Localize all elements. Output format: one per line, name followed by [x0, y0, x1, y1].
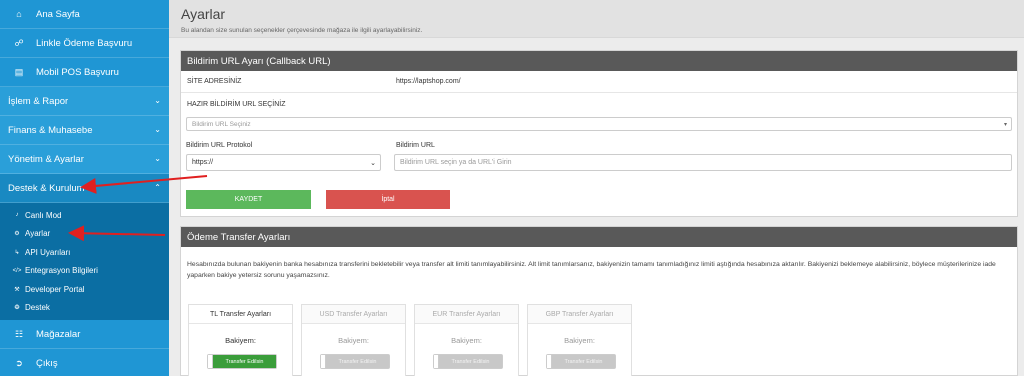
balance-label: Bakiyem: — [225, 336, 256, 345]
page-title: Ayarlar — [181, 6, 226, 22]
sidebar-subitem-label: Developer Portal — [25, 284, 85, 294]
gears-icon: ⚙ — [14, 231, 20, 238]
sidebar-subitem-live-mode[interactable]: ♪ Canlı Mod — [0, 206, 169, 225]
site-address-row: SİTE ADRESİNİZ https://laptshop.com/ — [181, 71, 1017, 93]
credit-card-icon: ▤ — [14, 66, 24, 77]
chevron-down-icon: ⌄ — [370, 159, 376, 167]
sidebar-subitem-label: Canlı Mod — [25, 210, 62, 220]
transfer-card-tl: TL Transfer Ayarları Bakiyem: Transfer E… — [188, 304, 293, 376]
sidebar-item-label: Çıkış — [36, 357, 58, 369]
sign-out-icon: ➲ — [15, 357, 23, 368]
sidebar-item-link-payment[interactable]: ☍ Linkle Ödeme Başvuru — [0, 29, 169, 58]
url-label: Bildirim URL — [396, 142, 435, 149]
transfer-toggle[interactable]: Transfer Edilsin — [546, 354, 616, 369]
site-address-value: https://laptshop.com/ — [396, 78, 461, 85]
preset-url-placeholder: Bildirim URL Seçiniz — [192, 120, 251, 128]
wrench-icon: ⚒ — [14, 286, 20, 293]
toggle-label: Transfer Edilsin — [439, 355, 502, 368]
sidebar-subitem-label: API Uyarıları — [25, 247, 71, 257]
sidebar-subitem-developer-portal[interactable]: ⚒ Developer Portal — [0, 280, 169, 299]
sidebar-group-label: Destek & Kurulum — [8, 182, 85, 194]
save-button[interactable]: KAYDET — [186, 190, 311, 209]
transfer-card-title[interactable]: GBP Transfer Ayarları — [528, 305, 631, 324]
callback-url-placeholder: Bildirim URL seçin ya da URL'i Girin — [400, 159, 512, 166]
site-address-label: SİTE ADRESİNİZ — [187, 78, 242, 85]
sidebar-group-transactions[interactable]: İşlem & Rapor ⌄ — [0, 87, 169, 116]
sidebar-item-logout[interactable]: ➲ Çıkış — [0, 349, 169, 376]
sidebar-item-label: Ana Sayfa — [36, 8, 80, 20]
sidebar-item-stores[interactable]: ☷ Mağazalar — [0, 320, 169, 349]
transfer-card-gbp: GBP Transfer Ayarları Bakiyem: Transfer … — [527, 304, 632, 376]
sidebar-group-label: Finans & Muhasebe — [8, 124, 93, 136]
preset-url-label: HAZIR BİLDİRİM URL SEÇİNİZ — [187, 100, 286, 108]
sidebar-item-label: Mağazalar — [36, 328, 81, 340]
sidebar-item-label: Linkle Ödeme Başvuru — [36, 37, 133, 49]
sidebar-subitem-label: Entegrasyon Bilgileri — [25, 266, 98, 276]
sidebar-item-label: Mobil POS Başvuru — [36, 66, 119, 78]
sidebar-group-finance[interactable]: Finans & Muhasebe ⌄ — [0, 116, 169, 145]
sidebar-subitem-label: Destek — [25, 303, 50, 313]
transfer-card-eur: EUR Transfer Ayarları Bakiyem: Transfer … — [414, 304, 519, 376]
support-icon: ❂ — [14, 305, 20, 312]
transfer-toggle[interactable]: Transfer Edilsin — [320, 354, 390, 369]
sidebar-subitem-label: Ayarlar — [25, 229, 51, 239]
panel-title: Bildirim URL Ayarı (Callback URL) — [181, 51, 1017, 71]
cancel-button[interactable]: İptal — [326, 190, 450, 209]
protocol-value: https:// — [192, 159, 214, 166]
sidebar-group-support[interactable]: Destek & Kurulum ⌃ — [0, 174, 169, 203]
transfer-settings-panel: Ödeme Transfer Ayarları Hesabınızda bulu… — [180, 226, 1018, 376]
sidebar-submenu: ♪ Canlı Mod ⚙ Ayarlar ↳ API Uyarıları </… — [0, 203, 169, 320]
balance-label: Bakiyem: — [564, 336, 595, 345]
transfer-toggle[interactable]: Transfer Edilsin — [433, 354, 503, 369]
sidebar-subitem-integration[interactable]: </> Entegrasyon Bilgileri — [0, 262, 169, 281]
main-content: Ayarlar Bu alandan size sunulan seçenekl… — [169, 0, 1024, 376]
sidebar-subitem-support[interactable]: ❂ Destek — [0, 299, 169, 318]
callback-url-panel: Bildirim URL Ayarı (Callback URL) SİTE A… — [180, 50, 1018, 217]
sidebar-group-label: Yönetim & Ayarlar — [8, 153, 84, 165]
preset-url-row: HAZIR BİLDİRİM URL SEÇİNİZ — [181, 93, 1017, 115]
sidebar-item-home[interactable]: ⌂ Ana Sayfa — [0, 0, 169, 29]
protocol-select[interactable]: https:// ⌄ — [186, 154, 381, 171]
sidebar-group-management[interactable]: Yönetim & Ayarlar ⌄ — [0, 145, 169, 174]
chevron-up-icon: ⌃ — [154, 183, 161, 192]
sidebar-item-mobile-pos[interactable]: ▤ Mobil POS Başvuru — [0, 58, 169, 87]
page-header: Ayarlar Bu alandan size sunulan seçenekl… — [169, 0, 1024, 38]
protocol-label: Bildirim URL Protokol — [186, 142, 253, 149]
transfer-description: Hesabınızda bulunan bakiyenin banka hesa… — [187, 261, 996, 279]
sitemap-icon: ☷ — [14, 328, 24, 339]
level-down-icon: ↳ — [14, 249, 20, 256]
transfer-card-usd: USD Transfer Ayarları Bakiyem: Transfer … — [301, 304, 406, 376]
transfer-card-title[interactable]: TL Transfer Ayarları — [189, 305, 292, 324]
transfer-card-title[interactable]: EUR Transfer Ayarları — [415, 305, 518, 324]
home-icon: ⌂ — [16, 9, 22, 19]
sidebar: ⌂ Ana Sayfa ☍ Linkle Ödeme Başvuru ▤ Mob… — [0, 0, 169, 376]
code-icon: </> — [12, 267, 22, 274]
toggle-label: Transfer Edilsin — [552, 355, 615, 368]
callback-url-input[interactable]: Bildirim URL seçin ya da URL'i Girin — [394, 154, 1012, 171]
page-subtitle: Bu alandan size sunulan seçenekler çerçe… — [181, 27, 423, 34]
link-icon: ☍ — [14, 37, 24, 48]
balance-label: Bakiyem: — [338, 336, 369, 345]
transfer-toggle[interactable]: Transfer Edilsin — [207, 354, 277, 369]
sidebar-group-label: İşlem & Rapor — [8, 95, 69, 107]
caret-down-icon: ▾ — [1003, 121, 1007, 128]
toggle-label: Transfer Edilsin — [213, 355, 276, 368]
chevron-down-icon: ⌄ — [154, 96, 161, 105]
chevron-down-icon: ⌄ — [154, 154, 161, 163]
sidebar-subitem-settings[interactable]: ⚙ Ayarlar — [0, 225, 169, 244]
transfer-card-title[interactable]: USD Transfer Ayarları — [302, 305, 405, 324]
chevron-down-icon: ⌄ — [154, 125, 161, 134]
toggle-label: Transfer Edilsin — [326, 355, 389, 368]
panel-title: Ödeme Transfer Ayarları — [181, 227, 1017, 247]
sidebar-subitem-api-alerts[interactable]: ↳ API Uyarıları — [0, 243, 169, 262]
preset-url-select[interactable]: Bildirim URL Seçiniz ▾ — [186, 117, 1012, 131]
balance-label: Bakiyem: — [451, 336, 482, 345]
music-note-icon: ♪ — [15, 212, 19, 219]
